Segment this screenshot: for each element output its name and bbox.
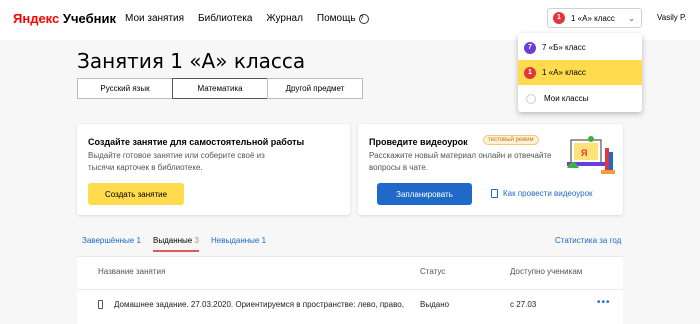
tab-count: 3 <box>194 236 199 245</box>
main-nav: Мои занятия Библиотека Журнал Помощь ? <box>125 13 369 24</box>
mobile-icon <box>98 300 103 309</box>
nav-help-label: Помощь <box>316 13 356 24</box>
card-title: Проведите видеоурок <box>369 137 468 147</box>
dropdown-item-label: 7 «Б» класс <box>542 43 586 52</box>
schedule-button[interactable]: Запланировать <box>377 183 472 205</box>
lesson-status: Выдано <box>420 300 450 309</box>
card-text: Расскажите новый материал онлайн и отвеч… <box>369 150 552 174</box>
test-mode-badge: тестовый режим <box>483 135 539 145</box>
dropdown-item-my-classes[interactable]: Мои классы <box>518 86 642 111</box>
card-text-line: вопросы в чате. <box>369 163 428 172</box>
create-lesson-card: Создайте занятие для самостоятельной раб… <box>77 124 350 215</box>
logo-brand: Яндекс <box>13 11 60 26</box>
card-text: Выдайте готовое занятие или соберите сво… <box>88 150 265 174</box>
dropdown-item-7b[interactable]: 7 7 «Б» класс <box>518 35 642 60</box>
page-title: Занятия 1 «А» класса <box>77 49 306 73</box>
video-lesson-illustration: Я <box>567 136 615 174</box>
tab-label: Невыданные <box>211 236 260 245</box>
class-badge: 1 <box>524 66 536 79</box>
lesson-name[interactable]: Домашнее задание. 27.03.2020. Ориентируе… <box>114 300 404 309</box>
card-text-line: Расскажите новый материал онлайн и отвеч… <box>369 151 552 160</box>
tab-issued[interactable]: Выданные 3 <box>153 236 199 245</box>
nav-journal[interactable]: Журнал <box>266 13 303 24</box>
card-text-line: Выдайте готовое занятие или соберите сво… <box>88 151 265 160</box>
nav-my-lessons[interactable]: Мои занятия <box>125 13 184 24</box>
class-badge: 1 <box>553 12 565 24</box>
tab-russian[interactable]: Русский язык <box>77 78 173 99</box>
chevron-down-icon: ⌄ <box>628 14 635 23</box>
logo-product: Учебник <box>62 11 116 26</box>
column-header-status: Статус <box>420 267 446 276</box>
class-select-label: 1 «А» класс <box>571 13 615 23</box>
dropdown-item-label: Мои классы <box>544 94 589 103</box>
user-name[interactable]: Vasily P. <box>657 13 687 22</box>
tab-label: Выданные <box>153 236 193 245</box>
tab-completed[interactable]: Завершённые 1 <box>82 236 141 245</box>
how-to-video-link[interactable]: Как провести видеоурок <box>491 189 593 198</box>
more-options-icon[interactable]: ••• <box>597 297 611 308</box>
class-badge: 7 <box>524 41 536 54</box>
class-dropdown: 7 7 «Б» класс 1 1 «А» класс Мои классы <box>518 33 642 112</box>
tab-not-issued[interactable]: Невыданные 1 <box>211 236 266 245</box>
divider <box>77 289 623 290</box>
tab-other-subject[interactable]: Другой предмет <box>267 78 363 99</box>
svg-text:Я: Я <box>581 148 587 158</box>
dropdown-item-1a[interactable]: 1 1 «А» класс <box>518 60 642 85</box>
circle-icon <box>526 93 536 104</box>
nav-help[interactable]: Помощь ? <box>317 13 369 24</box>
dropdown-item-label: 1 «А» класс <box>542 68 586 77</box>
logo[interactable]: Яндекс Учебник <box>13 11 116 26</box>
card-title: Создайте занятие для самостоятельной раб… <box>88 137 305 147</box>
card-text-line: тысячи карточек в библиотеке. <box>88 163 203 172</box>
question-icon: ? <box>358 13 369 24</box>
tab-label: Завершённые <box>82 236 135 245</box>
tab-count: 1 <box>261 236 267 245</box>
class-select[interactable]: 1 1 «А» класс ⌄ <box>547 8 642 28</box>
tab-count: 1 <box>136 236 141 245</box>
active-tab-indicator <box>153 250 199 252</box>
nav-library[interactable]: Библиотека <box>198 13 252 24</box>
column-header-name: Название занятия <box>98 267 166 276</box>
year-stats-link[interactable]: Статистика за год <box>555 236 621 245</box>
lesson-available: с 27.03 <box>510 300 537 309</box>
create-lesson-button[interactable]: Создать занятие <box>88 183 184 205</box>
column-header-available: Доступно ученикам <box>510 267 583 276</box>
how-to-video-label: Как провести видеоурок <box>503 189 593 198</box>
video-lesson-card: Проведите видеоурок тестовый режим Расск… <box>358 124 623 215</box>
document-icon <box>491 189 498 198</box>
tab-math[interactable]: Математика <box>172 78 268 99</box>
lessons-table: Название занятия Статус Доступно ученика… <box>77 256 623 324</box>
